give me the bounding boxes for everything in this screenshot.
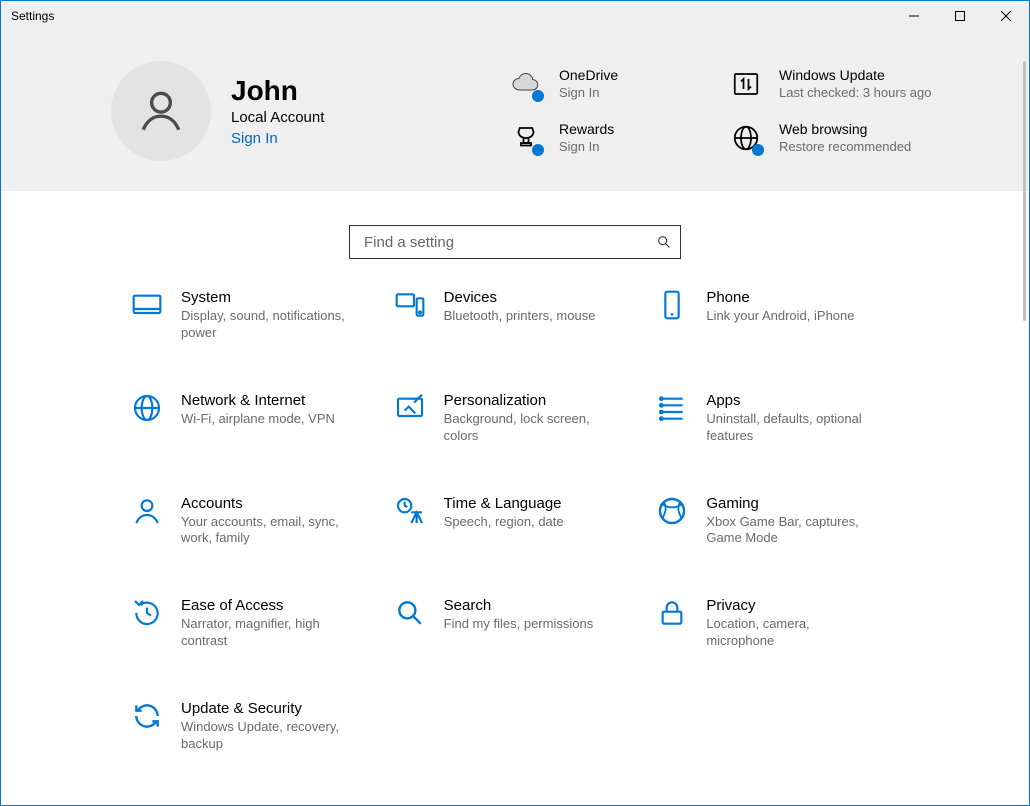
category-sub: Speech, region, date [444,514,564,531]
category-title: Network & Internet [181,392,335,409]
category-sub: Narrator, magnifier, high contrast [181,616,351,650]
category-sub: Wi-Fi, airplane mode, VPN [181,411,335,428]
globe-icon [729,121,763,155]
user-name: John [231,75,411,107]
category-title: Time & Language [444,495,564,512]
status-windows-update[interactable]: Windows Update Last checked: 3 hours ago [729,67,939,101]
category-time-language[interactable]: Time & Language Speech, region, date [394,495,637,548]
category-update-security[interactable]: Update & Security Windows Update, recover… [131,700,374,753]
status-title: Web browsing [779,121,911,137]
category-privacy[interactable]: Privacy Location, camera, microphone [656,597,899,650]
category-title: Privacy [706,597,876,614]
category-title: Gaming [706,495,876,512]
status-title: Rewards [559,121,614,137]
close-button[interactable] [983,1,1029,31]
category-accounts[interactable]: Accounts Your accounts, email, sync, work… [131,495,374,548]
search-box[interactable] [349,225,681,259]
category-phone[interactable]: Phone Link your Android, iPhone [656,289,899,342]
category-title: Phone [706,289,854,306]
category-gaming[interactable]: Gaming Xbox Game Bar, captures, Game Mode [656,495,899,548]
status-sub: Restore recommended [779,139,911,155]
privacy-icon [656,597,688,629]
category-devices[interactable]: Devices Bluetooth, printers, mouse [394,289,637,342]
category-sub: Location, camera, microphone [706,616,876,650]
status-rewards[interactable]: Rewards Sign In [509,121,719,155]
category-sub: Find my files, permissions [444,616,594,633]
category-sub: Link your Android, iPhone [706,308,854,325]
search-input[interactable] [362,233,656,252]
status-title: Windows Update [779,67,932,83]
minimize-button[interactable] [891,1,937,31]
search-area [1,191,1029,289]
sign-in-link[interactable]: Sign In [231,130,411,147]
category-ease-of-access[interactable]: Ease of Access Narrator, magnifier, high … [131,597,374,650]
category-sub: Display, sound, notifications, power [181,308,351,342]
time-language-icon [394,495,426,527]
category-title: Personalization [444,392,614,409]
category-sub: Xbox Game Bar, captures, Game Mode [706,514,876,548]
category-title: Update & Security [181,700,351,717]
scrollbar[interactable] [1022,61,1027,804]
onedrive-icon [509,67,543,101]
status-onedrive[interactable]: OneDrive Sign In [509,67,719,101]
category-title: Devices [444,289,596,306]
status-sub: Last checked: 3 hours ago [779,85,932,101]
category-title: Ease of Access [181,597,351,614]
category-title: Accounts [181,495,351,512]
status-web-browsing[interactable]: Web browsing Restore recommended [729,121,939,155]
category-title: Search [444,597,594,614]
system-icon [131,289,163,321]
gaming-icon [656,495,688,527]
person-icon [136,86,186,136]
ease-of-access-icon [131,597,163,629]
category-title: System [181,289,351,306]
category-sub: Bluetooth, printers, mouse [444,308,596,325]
category-apps[interactable]: Apps Uninstall, defaults, optional featur… [656,392,899,445]
category-search[interactable]: Search Find my files, permissions [394,597,637,650]
apps-icon [656,392,688,424]
categories-grid: System Display, sound, notifications, pow… [1,289,1029,783]
category-title: Apps [706,392,876,409]
network-icon [131,392,163,424]
devices-icon [394,289,426,321]
personalization-icon [394,392,426,424]
status-sub: Sign In [559,85,618,101]
category-sub: Uninstall, defaults, optional features [706,411,876,445]
category-network[interactable]: Network & Internet Wi-Fi, airplane mode, … [131,392,374,445]
phone-icon [656,289,688,321]
scroll-thumb[interactable] [1023,61,1026,321]
accounts-icon [131,495,163,527]
update-security-icon [131,700,163,732]
category-system[interactable]: System Display, sound, notifications, pow… [131,289,374,342]
category-sub: Background, lock screen, colors [444,411,614,445]
account-header: John Local Account Sign In OneDrive Sign… [1,31,1029,191]
avatar[interactable] [111,61,211,161]
title-bar: Settings [1,1,1029,31]
user-block: John Local Account Sign In [231,75,411,147]
search-category-icon [394,597,426,629]
status-title: OneDrive [559,67,618,83]
category-personalization[interactable]: Personalization Background, lock screen, … [394,392,637,445]
rewards-icon [509,121,543,155]
status-sub: Sign In [559,139,614,155]
update-icon [729,67,763,101]
maximize-button[interactable] [937,1,983,31]
search-icon [656,234,672,250]
account-type: Local Account [231,109,411,126]
category-sub: Windows Update, recovery, backup [181,719,351,753]
window-title: Settings [11,9,54,23]
category-sub: Your accounts, email, sync, work, family [181,514,351,548]
window-controls [891,1,1029,31]
